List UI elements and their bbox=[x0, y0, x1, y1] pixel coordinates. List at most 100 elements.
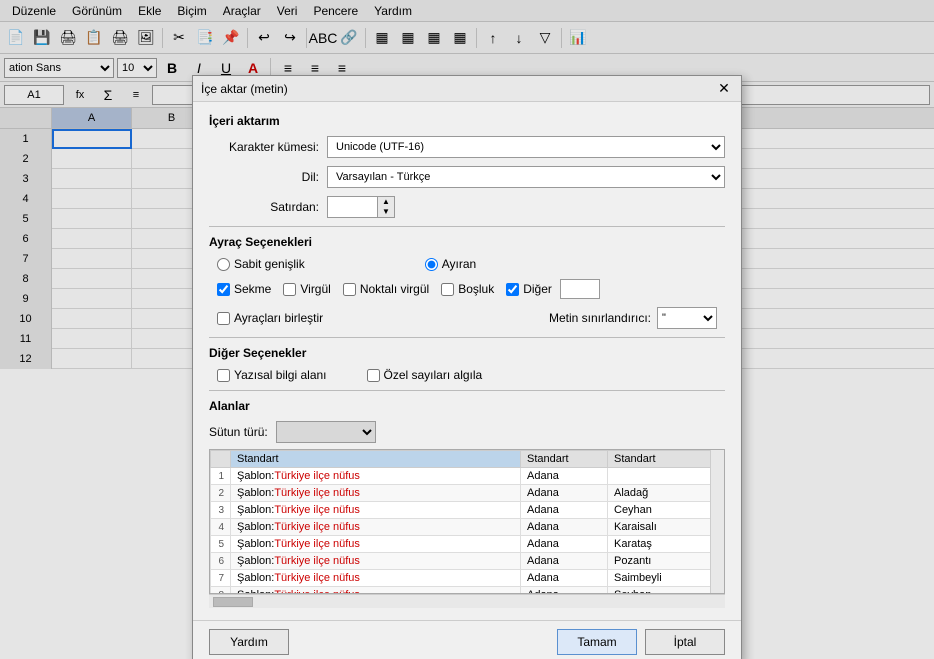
preview-cell-col3: Karataş bbox=[608, 536, 724, 553]
column-type-row: Sütun türü: bbox=[209, 421, 725, 443]
table-row: 4Şablon:Türkiye ilçe nüfusAdanaKaraisalı bbox=[211, 519, 724, 536]
preview-cell-col1: Şablon:Türkiye ilçe nüfus bbox=[231, 553, 521, 570]
preview-row-num: 6 bbox=[211, 553, 231, 570]
cb-space-item: Boşluk bbox=[441, 282, 494, 296]
preview-cell-col3: Saimbeyli bbox=[608, 570, 724, 587]
cb-other-item: Diğer / bbox=[506, 279, 600, 299]
cancel-button[interactable]: İptal bbox=[645, 629, 725, 655]
preview-row-num: 5 bbox=[211, 536, 231, 553]
preview-row-num: 4 bbox=[211, 519, 231, 536]
charset-select[interactable]: Unicode (UTF-16) bbox=[327, 136, 725, 158]
charset-label: Karakter kümesi: bbox=[209, 140, 319, 154]
preview-scrollbar-v[interactable] bbox=[710, 450, 724, 593]
cb-other[interactable] bbox=[506, 283, 519, 296]
ok-button[interactable]: Tamam bbox=[557, 629, 637, 655]
preview-cell-col1: Şablon:Türkiye ilçe nüfus bbox=[231, 587, 521, 595]
radio-fixed[interactable] bbox=[217, 258, 230, 271]
preview-cell-col1: Şablon:Türkiye ilçe nüfus bbox=[231, 519, 521, 536]
preview-cell-col2: Adana bbox=[521, 587, 608, 595]
fromrow-spinbox: 1 ▲ ▼ bbox=[327, 196, 397, 218]
table-row: 7Şablon:Türkiye ilçe nüfusAdanaSaimbeyli bbox=[211, 570, 724, 587]
table-row: 1Şablon:Türkiye ilçe nüfusAdana bbox=[211, 468, 724, 485]
preview-cell-col3: Ceyhan bbox=[608, 502, 724, 519]
dialog-footer: Yardım Tamam İptal bbox=[193, 620, 741, 659]
separator-type-row: Sabit genişlik Ayıran bbox=[209, 257, 725, 271]
dialog-body: İçeri aktarım Karakter kümesi: Unicode (… bbox=[193, 102, 741, 620]
cb-comma-item: Virgül bbox=[283, 282, 330, 296]
spin-up-btn[interactable]: ▲ bbox=[378, 197, 394, 207]
section-import-title: İçeri aktarım bbox=[209, 114, 725, 128]
preview-header-row: Standart Standart Standart bbox=[211, 451, 724, 468]
dialog-titlebar: İçe aktar (metin) ✕ bbox=[193, 76, 741, 102]
radio-separator-label: Ayıran bbox=[442, 257, 476, 271]
section-fields-title: Alanlar bbox=[209, 399, 725, 413]
cb-combine[interactable] bbox=[217, 312, 230, 325]
fromrow-input[interactable]: 1 bbox=[327, 196, 377, 218]
radio-fixed-item: Sabit genişlik bbox=[217, 257, 305, 271]
preview-cell-col3: Seyhan bbox=[608, 587, 724, 595]
table-row: 3Şablon:Türkiye ilçe nüfusAdanaCeyhan bbox=[211, 502, 724, 519]
radio-separator-item: Ayıran bbox=[425, 257, 476, 271]
cb-formatted-item: Yazısal bilgi alanı bbox=[217, 368, 327, 382]
preview-cell-col3: Karaisalı bbox=[608, 519, 724, 536]
preview-col2-header[interactable]: Standart bbox=[521, 451, 608, 468]
dialog-close-button[interactable]: ✕ bbox=[715, 80, 733, 98]
preview-cell-col1: Şablon:Türkiye ilçe nüfus bbox=[231, 502, 521, 519]
preview-cell-col1: Şablon:Türkiye ilçe nüfus bbox=[231, 570, 521, 587]
preview-col3-header[interactable]: Standart bbox=[608, 451, 724, 468]
cb-semicolon-item: Noktalı virgül bbox=[343, 282, 429, 296]
language-row: Dil: Varsayılan - Türkçe bbox=[209, 166, 725, 188]
radio-separator[interactable] bbox=[425, 258, 438, 271]
text-delimiter-label: Metin sınırlandırıcı: bbox=[549, 311, 651, 325]
cb-combine-item: Ayraçları birleştir bbox=[217, 311, 323, 325]
preview-cell-col1: Şablon:Türkiye ilçe nüfus bbox=[231, 536, 521, 553]
preview-col-num-header bbox=[211, 451, 231, 468]
table-row: 6Şablon:Türkiye ilçe nüfusAdanaPozantı bbox=[211, 553, 724, 570]
preview-cell-col2: Adana bbox=[521, 485, 608, 502]
h-scroll-thumb[interactable] bbox=[213, 597, 253, 607]
section-other-title: Diğer Seçenekler bbox=[209, 346, 725, 360]
preview-row-num: 1 bbox=[211, 468, 231, 485]
preview-col1-header[interactable]: Standart bbox=[231, 451, 521, 468]
fromrow-label: Satırdan: bbox=[209, 200, 319, 214]
preview-cell-col1: Şablon:Türkiye ilçe nüfus bbox=[231, 468, 521, 485]
cb-comma[interactable] bbox=[283, 283, 296, 296]
cb-comma-label: Virgül bbox=[300, 282, 330, 296]
text-delimiter-select[interactable]: " bbox=[657, 307, 717, 329]
cb-formatted[interactable] bbox=[217, 369, 230, 382]
other-options-row: Yazısal bilgi alanı Özel sayıları algıla bbox=[209, 368, 725, 382]
cb-tab-item: Sekme bbox=[217, 282, 271, 296]
cb-combine-label: Ayraçları birleştir bbox=[234, 311, 323, 325]
spin-down-btn[interactable]: ▼ bbox=[378, 207, 394, 217]
import-dialog: İçe aktar (metin) ✕ İçeri aktarım Karakt… bbox=[192, 75, 742, 659]
preview-table: Standart Standart Standart 1Şablon:Türki… bbox=[210, 450, 724, 594]
preview-cell-col2: Adana bbox=[521, 468, 608, 485]
data-preview: Standart Standart Standart 1Şablon:Türki… bbox=[209, 449, 725, 594]
cb-other-label: Diğer bbox=[523, 282, 552, 296]
modal-overlay: İçe aktar (metin) ✕ İçeri aktarım Karakt… bbox=[0, 0, 934, 659]
fromrow-row: Satırdan: 1 ▲ ▼ bbox=[209, 196, 725, 218]
cb-detect[interactable] bbox=[367, 369, 380, 382]
fields-section: Alanlar Sütun türü: Standart S bbox=[209, 399, 725, 608]
preview-cell-col3: Aladağ bbox=[608, 485, 724, 502]
cb-formatted-label: Yazısal bilgi alanı bbox=[234, 368, 327, 382]
preview-cell-col2: Adana bbox=[521, 553, 608, 570]
radio-fixed-label: Sabit genişlik bbox=[234, 257, 305, 271]
preview-row-num: 7 bbox=[211, 570, 231, 587]
cb-semicolon[interactable] bbox=[343, 283, 356, 296]
separator-checkboxes-row: Sekme Virgül Noktalı virgül Boşluk Diğer bbox=[209, 279, 725, 299]
preview-row-num: 2 bbox=[211, 485, 231, 502]
section-separator-title: Ayraç Seçenekleri bbox=[209, 235, 725, 249]
preview-cell-col1: Şablon:Türkiye ilçe nüfus bbox=[231, 485, 521, 502]
preview-scrollbar-h[interactable] bbox=[209, 594, 725, 608]
cb-space[interactable] bbox=[441, 283, 454, 296]
charset-row: Karakter kümesi: Unicode (UTF-16) bbox=[209, 136, 725, 158]
spin-buttons: ▲ ▼ bbox=[377, 196, 395, 218]
other-value-input[interactable]: / bbox=[560, 279, 600, 299]
preview-row-num: 8 bbox=[211, 587, 231, 595]
table-row: 5Şablon:Türkiye ilçe nüfusAdanaKarataş bbox=[211, 536, 724, 553]
language-select[interactable]: Varsayılan - Türkçe bbox=[327, 166, 725, 188]
column-type-select[interactable] bbox=[276, 421, 376, 443]
cb-tab[interactable] bbox=[217, 283, 230, 296]
help-button[interactable]: Yardım bbox=[209, 629, 289, 655]
